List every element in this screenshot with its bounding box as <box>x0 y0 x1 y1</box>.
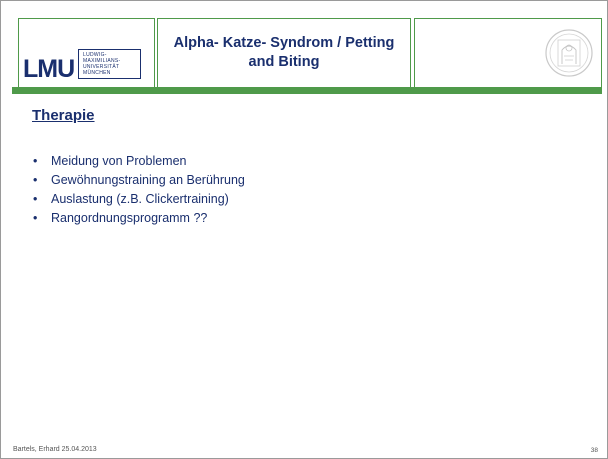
seal-box <box>414 18 602 88</box>
lmu-logo: LMU LUDWIG- MAXIMILIANS- UNIVERSITÄT MÜN… <box>18 18 155 88</box>
list-item: • Meidung von Problemen <box>31 152 245 171</box>
footer-author-date: Bartels, Erhard 25.04.2013 <box>13 446 97 453</box>
list-item-text: Meidung von Problemen <box>51 154 187 168</box>
list-item-text: Auslastung (z.B. Clickertraining) <box>51 192 229 206</box>
page-number: 38 <box>590 447 598 454</box>
bullet-icon: • <box>33 211 38 225</box>
list-item: • Gewöhnungstraining an Berührung <box>31 171 245 190</box>
bullet-list: • Meidung von Problemen • Gewöhnungstraini… <box>31 152 245 228</box>
university-seal-icon <box>545 29 593 77</box>
bullet-icon: • <box>33 192 38 206</box>
bullet-icon: • <box>33 173 38 187</box>
slide-header: LMU LUDWIG- MAXIMILIANS- UNIVERSITÄT MÜN… <box>12 11 602 93</box>
list-item-text: Rangordnungsprogramm ?? <box>51 211 208 225</box>
lmu-university-name: LUDWIG- MAXIMILIANS- UNIVERSITÄT MÜNCHEN <box>78 49 141 79</box>
university-name-line-4: MÜNCHEN <box>83 70 111 76</box>
bullet-icon: • <box>33 154 38 168</box>
slide-title: Alpha- Katze- Syndrom / Petting and Biti… <box>173 35 395 70</box>
slide: LMU LUDWIG- MAXIMILIANS- UNIVERSITÄT MÜN… <box>0 0 608 459</box>
list-item: • Auslastung (z.B. Clickertraining) <box>31 190 245 209</box>
title-box: Alpha- Katze- Syndrom / Petting and Biti… <box>157 18 411 88</box>
list-item: • Rangordnungsprogramm ?? <box>31 209 245 228</box>
header-divider <box>12 87 602 94</box>
section-title: Therapie <box>32 107 95 124</box>
list-item-text: Gewöhnungstraining an Berührung <box>51 173 245 187</box>
lmu-logo-letters: LMU <box>23 55 75 83</box>
